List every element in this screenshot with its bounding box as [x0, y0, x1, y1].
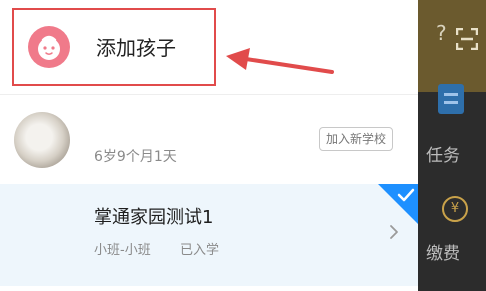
join-new-school-button[interactable]: 加入新学校: [319, 127, 394, 151]
school-enrollment-status: 已入学: [180, 243, 220, 258]
child-switch-drawer: 添加孩子 6岁9个月1天 加入新学校 掌通家园测试1 小班-小班 已入学: [0, 0, 418, 291]
child-profile-row[interactable]: 6岁9个月1天 加入新学校: [0, 96, 418, 182]
school-class: 小班-小班: [94, 243, 151, 258]
background-app: ? 任务 ¥ 缴费: [418, 0, 486, 291]
chevron-right-icon: [390, 225, 398, 239]
school-item-selected[interactable]: 掌通家园测试1 小班-小班 已入学: [0, 184, 418, 286]
school-name: 掌通家园测试1: [94, 207, 214, 228]
baby-face-icon: [28, 26, 70, 68]
scan-icon: [456, 28, 478, 50]
task-list-icon: [438, 84, 464, 114]
child-age-text: 6岁9个月1天: [94, 149, 177, 165]
add-child-button[interactable]: 添加孩子: [12, 8, 216, 86]
divider: [0, 94, 418, 95]
add-child-label: 添加孩子: [96, 36, 176, 60]
background-task-label: 任务: [426, 146, 460, 166]
background-fee-label: 缴费: [426, 244, 460, 264]
checkmark-corner-icon: [378, 184, 418, 224]
red-arrow-pointer: [226, 48, 334, 74]
child-avatar: [14, 112, 70, 168]
fee-money-icon: ¥: [442, 196, 468, 222]
background-flag-icon: ?: [436, 21, 447, 45]
